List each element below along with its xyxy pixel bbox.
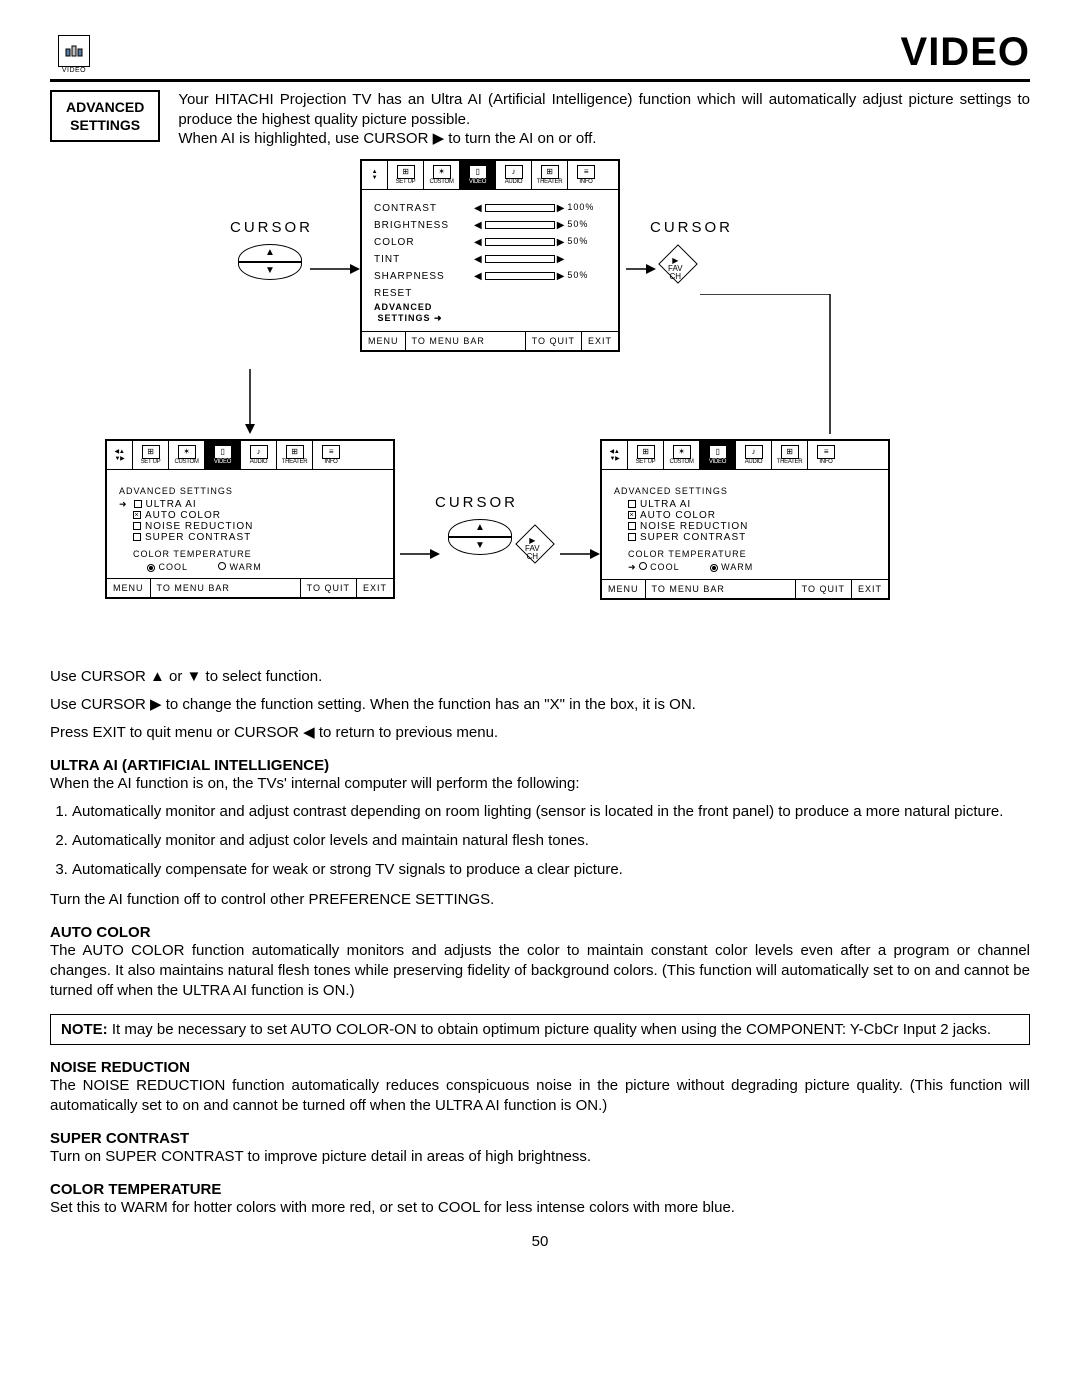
ultra-ai-heading: ULTRA AI (ARTIFICIAL INTELLIGENCE) [50, 757, 1030, 774]
tab-audio: ♪AUDIO [736, 441, 772, 469]
cursor-pad-updown: ▲ ▼ [445, 519, 515, 555]
intro-text: Your HITACHI Projection TV has an Ultra … [178, 90, 1030, 149]
auto-color-body: The AUTO COLOR function automatically mo… [50, 941, 1030, 1002]
cursor-label: CURSOR [435, 494, 518, 511]
arrow-right-icon [560, 544, 600, 564]
connector-arrow [700, 294, 840, 444]
item-auto-color: ×AUTO COLOR [628, 510, 876, 521]
osd-slider-row: BRIGHTNESS◀▶50% [374, 217, 606, 234]
arrow-right-icon [310, 259, 360, 279]
osd-reset: RESET [374, 285, 606, 302]
ct-warm: WARM [710, 562, 754, 573]
osd-advanced-right: ◀▲▼▶ ⊞SET UP ✶CUSTOM ▯VIDEO ♪AUDIO ⊞THEA… [600, 439, 890, 600]
nav-arrows-icon: ◀▲▼▶ [602, 441, 628, 469]
favch-button: ▶FAVCH [658, 244, 698, 284]
item-noise-reduction: NOISE REDUCTION [628, 521, 876, 532]
ct-title: COLOR TEMPERATURE [628, 549, 876, 559]
item-noise-reduction: NOISE REDUCTION [133, 521, 381, 532]
tab-info: ≡INFO [808, 441, 844, 469]
tab-audio: ♪AUDIO [241, 441, 277, 469]
noise-body: The NOISE REDUCTION function automatical… [50, 1076, 1030, 1117]
list-item: Automatically monitor and adjust contras… [72, 803, 1030, 820]
tab-info: ≡INFO [313, 441, 349, 469]
tab-theater: ⊞THEATER [772, 441, 808, 469]
osd-slider-row: SHARPNESS◀▶50% [374, 268, 606, 285]
title-rule [50, 79, 1030, 82]
cursor-up-icon: ▲ [448, 519, 512, 537]
item-ultra-ai: ULTRA AI [628, 499, 876, 510]
ct-cool: COOL [147, 562, 188, 572]
video-section-icon: VIDEO [58, 35, 90, 74]
color-temp-heading: COLOR TEMPERATURE [50, 1181, 1030, 1198]
tab-info: ≡INFO [568, 161, 604, 189]
connector-arrow-down [195, 369, 255, 439]
ultra-ai-intro: When the AI function is on, the TVs' int… [50, 774, 1030, 794]
ct-cool: COOL [628, 562, 680, 573]
ultra-ai-off: Turn the AI function off to control othe… [50, 890, 1030, 910]
arrow-right-icon [626, 259, 656, 279]
osd-slider-row: COLOR◀▶50% [374, 234, 606, 251]
icon-label: VIDEO [58, 67, 90, 74]
osd-slider-row: CONTRAST◀▶100% [374, 200, 606, 217]
osd-advanced-left: ◀▲▼▶ ⊞SET UP ✶CUSTOM ▯VIDEO ♪AUDIO ⊞THEA… [105, 439, 395, 599]
tab-theater: ⊞THEATER [532, 161, 568, 189]
ct-title: COLOR TEMPERATURE [133, 549, 381, 559]
list-item: Automatically compensate for weak or str… [72, 861, 1030, 878]
instr-line: Use CURSOR ▲ or ▼ to select function. [50, 667, 1030, 687]
arrow-right-icon [400, 544, 440, 564]
tab-custom: ✶CUSTOM [424, 161, 460, 189]
instr-line: Use CURSOR ▶ to change the function sett… [50, 695, 1030, 715]
cursor-pad-updown: ▲ ▼ [235, 244, 305, 280]
tab-theater: ⊞THEATER [277, 441, 313, 469]
cursor-label: CURSOR [650, 219, 733, 236]
item-super-contrast: SUPER CONTRAST [628, 532, 876, 543]
instr-line: Press EXIT to quit menu or CURSOR ◀ to r… [50, 723, 1030, 743]
item-ultra-ai: ULTRA AI [119, 499, 381, 510]
tab-video: ▯VIDEO [205, 441, 241, 469]
note-box: NOTE: It may be necessary to set AUTO CO… [50, 1014, 1030, 1045]
osd-slider-row: TINT◀▶ [374, 251, 606, 268]
tab-video: ▯VIDEO [460, 161, 496, 189]
tab-video: ▯VIDEO [700, 441, 736, 469]
cursor-down-icon: ▼ [448, 537, 512, 555]
nav-arrows-icon: ◀▲▼▶ [107, 441, 133, 469]
adv-title: ADVANCED SETTINGS [614, 486, 876, 496]
super-contrast-heading: SUPER CONTRAST [50, 1130, 1030, 1147]
tab-custom: ✶CUSTOM [664, 441, 700, 469]
tab-setup: ⊞SET UP [388, 161, 424, 189]
osd-diagram: CURSOR ▲ ▼ CURSOR ▶FAVCH ▲▼ ⊞SET UP ✶CUS… [50, 159, 1030, 659]
cursor-label: CURSOR [230, 219, 313, 236]
page-number: 50 [50, 1233, 1030, 1250]
tab-setup: ⊞SET UP [133, 441, 169, 469]
osd-advanced-link: ADVANCED SETTINGS ➜ [374, 302, 606, 325]
tab-audio: ♪AUDIO [496, 161, 532, 189]
favch-button: ▶FAVCH [515, 524, 555, 564]
super-contrast-body: Turn on SUPER CONTRAST to improve pictur… [50, 1147, 1030, 1167]
osd-footer: MENUTO MENU BARTO QUITEXIT [362, 331, 618, 350]
nav-arrows-icon: ▲▼ [362, 161, 388, 189]
cursor-down-icon: ▼ [238, 262, 302, 280]
ultra-ai-list: Automatically monitor and adjust contras… [50, 803, 1030, 878]
ct-warm: WARM [218, 562, 262, 572]
page-title: VIDEO [50, 30, 1030, 75]
noise-heading: NOISE REDUCTION [50, 1059, 1030, 1076]
tab-custom: ✶CUSTOM [169, 441, 205, 469]
color-temp-body: Set this to WARM for hotter colors with … [50, 1198, 1030, 1218]
item-super-contrast: SUPER CONTRAST [133, 532, 381, 543]
cursor-up-icon: ▲ [238, 244, 302, 262]
adv-title: ADVANCED SETTINGS [119, 486, 381, 496]
advanced-settings-box: ADVANCEDSETTINGS [50, 90, 160, 142]
osd-video-menu: ▲▼ ⊞SET UP ✶CUSTOM ▯VIDEO ♪AUDIO ⊞THEATE… [360, 159, 620, 352]
list-item: Automatically monitor and adjust color l… [72, 832, 1030, 849]
osd-footer: MENUTO MENU BARTO QUITEXIT [602, 579, 888, 598]
item-auto-color: ×AUTO COLOR [133, 510, 381, 521]
tab-setup: ⊞SET UP [628, 441, 664, 469]
auto-color-heading: AUTO COLOR [50, 924, 1030, 941]
osd-footer: MENUTO MENU BARTO QUITEXIT [107, 578, 393, 597]
